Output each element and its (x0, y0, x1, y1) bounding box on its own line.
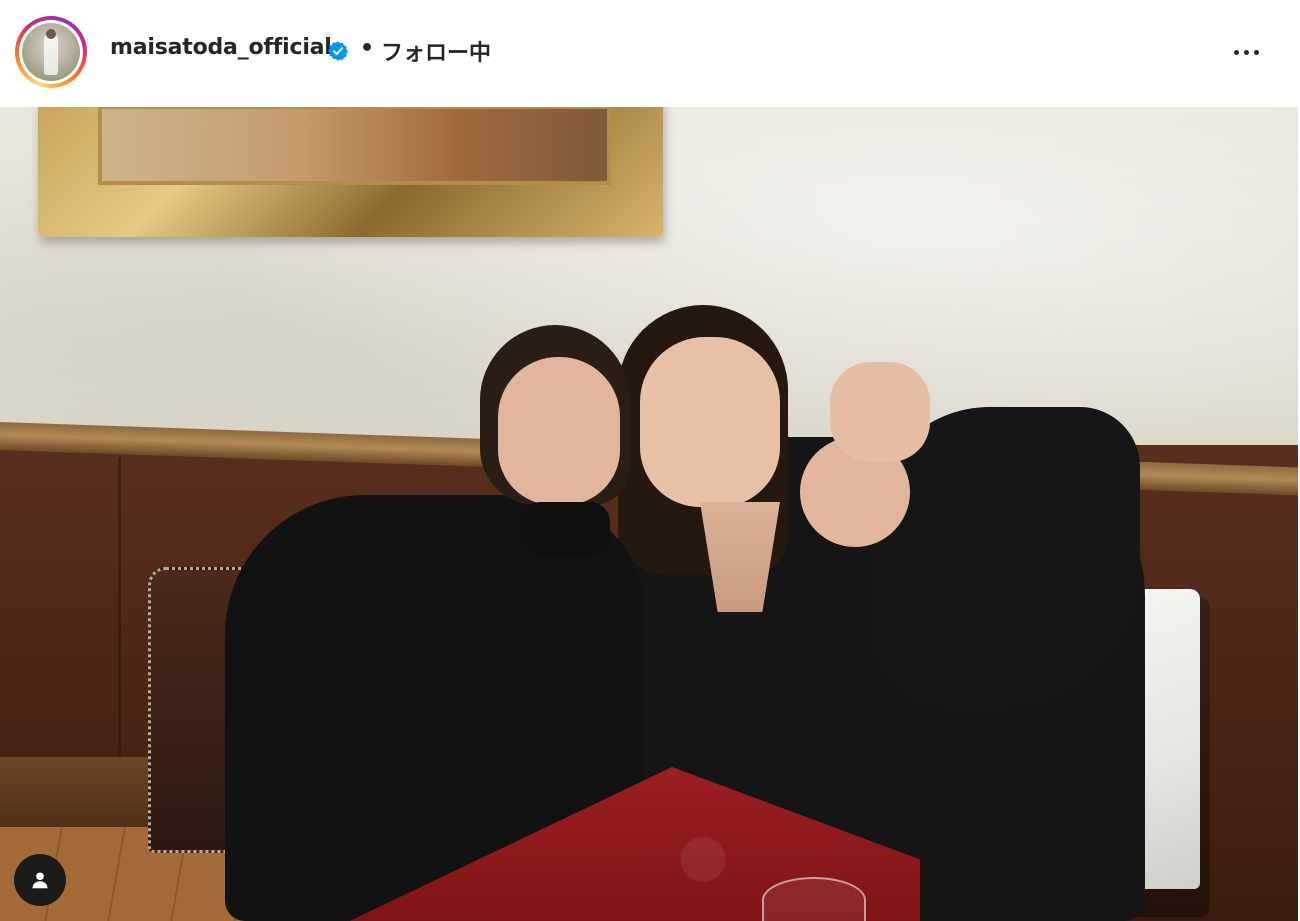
separator-dot: • (360, 36, 375, 61)
tagged-users-button[interactable] (14, 854, 66, 906)
picture-frame (38, 107, 663, 237)
avatar-image (22, 23, 80, 81)
post-header: maisatoda_official • フォロー中 (0, 0, 1300, 107)
verified-badge-icon (328, 41, 348, 61)
more-options-icon[interactable] (1224, 36, 1268, 68)
post-photo[interactable] (0, 107, 1298, 921)
face-left (498, 357, 620, 505)
instagram-post: maisatoda_official • フォロー中 (0, 0, 1300, 921)
following-status-button[interactable]: フォロー中 (381, 35, 491, 67)
profile-avatar[interactable] (15, 16, 87, 88)
username-link[interactable]: maisatoda_official (110, 35, 332, 60)
peace-sign-hand (830, 362, 930, 462)
face-right (640, 337, 780, 507)
person-icon (32, 872, 48, 889)
wine-glass (762, 877, 866, 921)
